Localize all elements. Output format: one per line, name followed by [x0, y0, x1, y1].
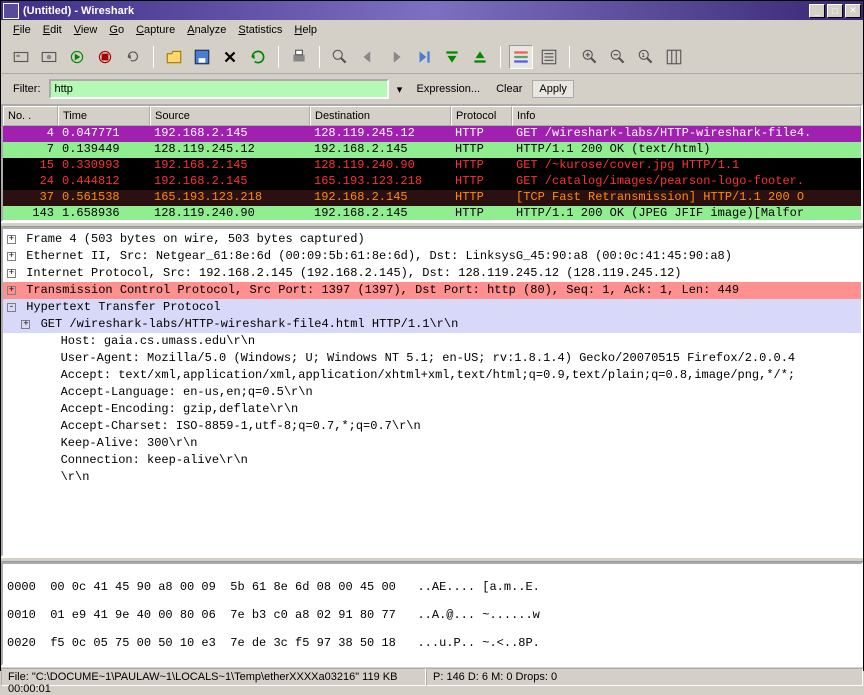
find-icon[interactable] [328, 45, 352, 69]
back-icon[interactable] [356, 45, 380, 69]
collapse-icon[interactable]: - [7, 303, 16, 312]
menu-capture[interactable]: Capture [130, 22, 181, 38]
menu-help[interactable]: Help [288, 22, 323, 38]
col-source[interactable]: Source [150, 106, 310, 126]
filterbar: Filter: ▾ Expression... Clear Apply [1, 74, 863, 104]
zoom-in-icon[interactable] [578, 45, 602, 69]
filter-label: Filter: [9, 81, 45, 97]
menu-view[interactable]: View [68, 22, 104, 38]
print-icon[interactable] [287, 45, 311, 69]
packet-details[interactable]: + Frame 4 (503 bytes on wire, 503 bytes … [1, 227, 863, 557]
col-no[interactable]: No. . [3, 106, 58, 126]
packet-list-header: No. . Time Source Destination Protocol I… [3, 106, 861, 126]
toolbar: 1 [1, 40, 863, 74]
expression-button[interactable]: Expression... [411, 81, 487, 97]
menubar: File Edit View Go Capture Analyze Statis… [1, 20, 863, 40]
status-file: File: "C:\DOCUME~1\PAULAW~1\LOCALS~1\Tem… [1, 668, 426, 686]
col-info[interactable]: Info [512, 106, 861, 126]
expand-icon[interactable]: + [7, 286, 16, 295]
window-title: (Untitled) - Wireshark [23, 5, 809, 17]
expand-icon[interactable]: + [7, 252, 16, 261]
close-button[interactable]: ✕ [845, 4, 861, 18]
status-packets: P: 146 D: 6 M: 0 Drops: 0 [426, 668, 863, 686]
first-icon[interactable] [440, 45, 464, 69]
clear-button[interactable]: Clear [490, 81, 528, 97]
expand-icon[interactable]: + [7, 269, 16, 278]
goto-icon[interactable] [412, 45, 436, 69]
apply-button[interactable]: Apply [532, 80, 574, 98]
statusbar: File: "C:\DOCUME~1\PAULAW~1\LOCALS~1\Tem… [1, 666, 863, 686]
menu-statistics[interactable]: Statistics [232, 22, 288, 38]
zoom-out-icon[interactable] [606, 45, 630, 69]
svg-text:1: 1 [642, 53, 645, 59]
expand-icon[interactable]: + [21, 320, 30, 329]
stop-capture-icon[interactable] [93, 45, 117, 69]
filter-dropdown-icon[interactable]: ▾ [393, 79, 407, 99]
app-icon [3, 3, 19, 19]
options-icon[interactable] [37, 45, 61, 69]
restart-capture-icon[interactable] [121, 45, 145, 69]
open-icon[interactable] [162, 45, 186, 69]
col-protocol[interactable]: Protocol [451, 106, 512, 126]
col-time[interactable]: Time [58, 106, 150, 126]
colorize-icon[interactable] [509, 45, 533, 69]
minimize-button[interactable]: _ [809, 4, 825, 18]
packet-row[interactable]: 70.139449128.119.245.12192.168.2.145HTTP… [3, 142, 861, 158]
autoscroll-icon[interactable] [537, 45, 561, 69]
packet-row[interactable]: 240.444812192.168.2.145165.193.123.218HT… [3, 174, 861, 190]
close-file-icon[interactable] [218, 45, 242, 69]
menu-edit[interactable]: Edit [37, 22, 68, 38]
start-capture-icon[interactable] [65, 45, 89, 69]
reload-icon[interactable] [246, 45, 270, 69]
zoom-100-icon[interactable]: 1 [634, 45, 658, 69]
menu-go[interactable]: Go [103, 22, 130, 38]
maximize-button[interactable]: □ [827, 4, 843, 18]
packet-row[interactable]: 370.561538165.193.123.218192.168.2.145HT… [3, 190, 861, 206]
packet-row[interactable]: 1431.658936128.119.240.90192.168.2.145HT… [3, 206, 861, 222]
packet-row[interactable]: 150.330993192.168.2.145128.119.240.90HTT… [3, 158, 861, 174]
forward-icon[interactable] [384, 45, 408, 69]
menu-file[interactable]: File [7, 22, 37, 38]
packet-row[interactable]: 40.047771192.168.2.145128.119.245.12HTTP… [3, 126, 861, 142]
resize-cols-icon[interactable] [662, 45, 686, 69]
save-icon[interactable] [190, 45, 214, 69]
expand-icon[interactable]: + [7, 235, 16, 244]
last-icon[interactable] [468, 45, 492, 69]
packet-list[interactable]: No. . Time Source Destination Protocol I… [1, 104, 863, 222]
filter-input[interactable] [49, 79, 389, 99]
interfaces-icon[interactable] [9, 45, 33, 69]
hex-dump[interactable]: 0000 00 0c 41 45 90 a8 00 09 5b 61 8e 6d… [1, 562, 863, 666]
menu-analyze[interactable]: Analyze [181, 22, 232, 38]
col-destination[interactable]: Destination [310, 106, 451, 126]
titlebar: (Untitled) - Wireshark _ □ ✕ [1, 1, 863, 20]
